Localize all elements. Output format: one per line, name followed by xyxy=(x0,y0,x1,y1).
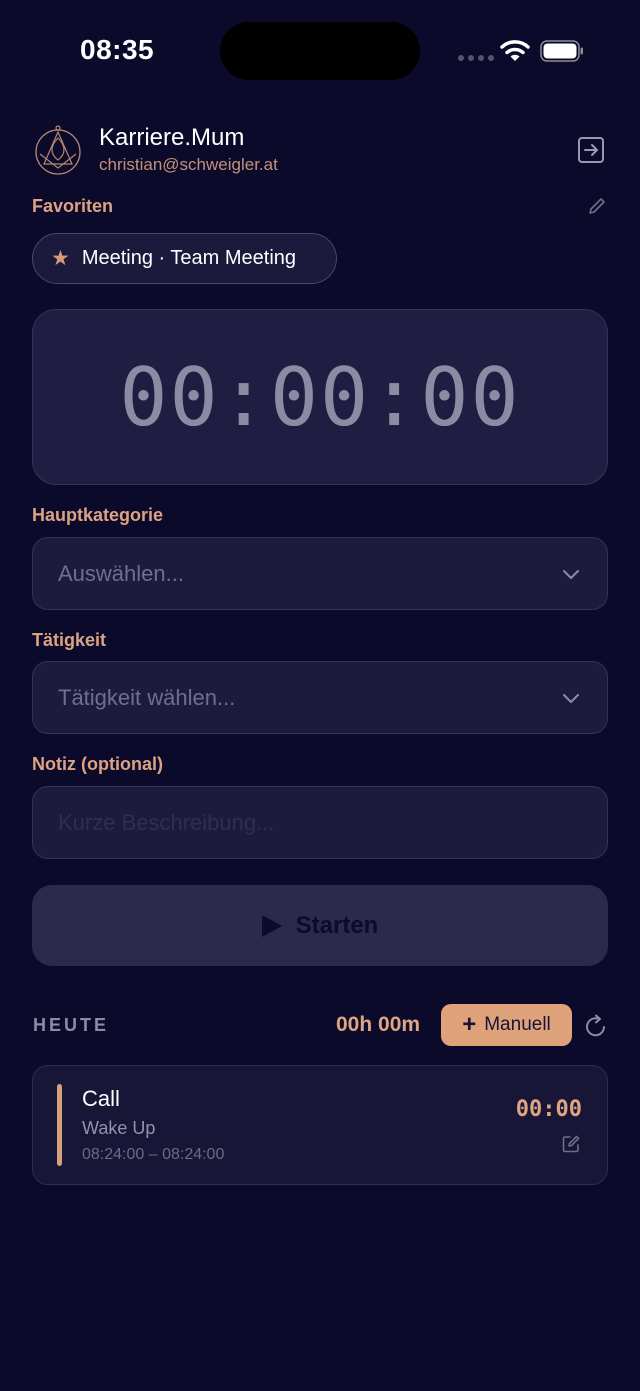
star-icon: ★ xyxy=(51,247,70,270)
chevron-down-icon xyxy=(563,570,579,579)
start-button-label: Starten xyxy=(295,911,379,939)
timer-display: 00:00:00 xyxy=(119,350,521,444)
category-color-bar xyxy=(57,1084,62,1166)
note-label: Notiz (optional) xyxy=(32,754,163,774)
activity-label: Tätigkeit xyxy=(32,630,107,650)
app-logo-icon xyxy=(35,125,81,175)
entry-time-range: 08:24:00 – 08:24:00 xyxy=(82,1146,225,1163)
refresh-icon[interactable] xyxy=(584,1013,608,1039)
add-manual-button[interactable]: + Manuell xyxy=(441,1004,572,1046)
status-time: 08:35 xyxy=(80,34,155,65)
main-category-value: Auswählen... xyxy=(58,560,184,586)
battery-icon xyxy=(540,40,583,62)
logout-icon[interactable] xyxy=(576,135,606,165)
cellular-signal-icon xyxy=(458,55,494,61)
edit-favorites-icon[interactable] xyxy=(587,196,607,216)
app-screen: 08:35 Karriere.Mum christian@schweigler.… xyxy=(0,0,640,1391)
play-icon xyxy=(261,914,282,937)
today-label: HEUTE xyxy=(33,1015,110,1035)
start-button[interactable]: Starten xyxy=(32,885,608,966)
activity-select[interactable]: Tätigkeit wählen... xyxy=(32,661,608,734)
manual-button-label: Manuell xyxy=(484,1014,551,1035)
today-total: 00h 00m xyxy=(336,1013,421,1036)
favorite-chip[interactable]: ★ Meeting · Team Meeting xyxy=(32,233,337,284)
entry-title: Call xyxy=(82,1086,120,1111)
entry-subtitle: Wake Up xyxy=(82,1118,156,1138)
main-category-label: Hauptkategorie xyxy=(32,505,164,525)
edit-entry-icon[interactable] xyxy=(561,1134,581,1154)
note-input[interactable] xyxy=(32,786,608,859)
plus-icon: + xyxy=(462,1011,477,1038)
chevron-down-icon xyxy=(563,694,579,703)
wifi-icon xyxy=(500,40,530,61)
user-email: christian@schweigler.at xyxy=(99,155,278,174)
favorites-label: Favoriten xyxy=(32,196,114,216)
entry-duration: 00:00 xyxy=(515,1097,582,1122)
time-entry-card[interactable]: Call Wake Up 08:24:00 – 08:24:00 00:00 xyxy=(32,1065,608,1185)
timer-display-card: 00:00:00 xyxy=(32,309,608,485)
activity-value: Tätigkeit wählen... xyxy=(58,684,236,710)
dynamic-island xyxy=(220,22,420,80)
app-title: Karriere.Mum xyxy=(99,124,245,151)
favorite-chip-label: Meeting · Team Meeting xyxy=(81,247,297,269)
main-category-select[interactable]: Auswählen... xyxy=(32,537,608,610)
